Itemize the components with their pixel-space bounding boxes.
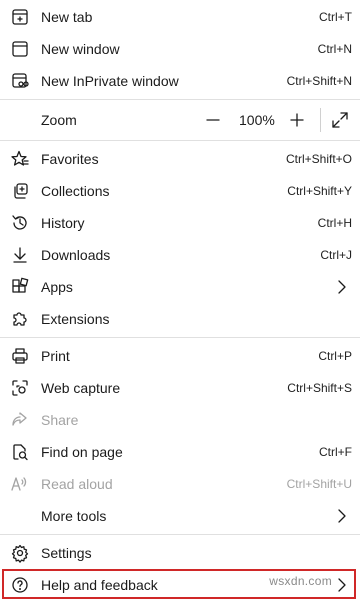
menu-item-label: Find on page (41, 444, 123, 460)
downloads-icon (11, 246, 29, 264)
menu-item-label: Share (41, 412, 79, 428)
shortcut-text: Ctrl+T (319, 10, 352, 24)
shortcut-text: Ctrl+Shift+N (286, 74, 352, 88)
shortcut-text: Ctrl+F (319, 445, 352, 459)
shortcut-text: Ctrl+H (317, 216, 352, 230)
menu-item-history[interactable]: History Ctrl+H (0, 207, 360, 239)
shortcut-text: Ctrl+Shift+O (285, 152, 352, 166)
menu-item-label: Favorites (41, 151, 99, 167)
menu-item-read-aloud: Read aloud Ctrl+Shift+U (0, 468, 360, 500)
menu-item-label: Extensions (41, 311, 110, 327)
chevron-right-icon (338, 509, 346, 523)
menu-item-share: Share (0, 404, 360, 436)
fullscreen-icon[interactable] (332, 112, 348, 128)
shortcut-text: Ctrl+Shift+U (286, 477, 352, 491)
menu-item-favorites[interactable]: Favorites Ctrl+Shift+O (0, 143, 360, 175)
menu-item-apps[interactable]: Apps (0, 271, 360, 303)
collections-icon (11, 182, 29, 200)
menu-item-print[interactable]: Print Ctrl+P (0, 340, 360, 372)
menu-item-new-window[interactable]: New window Ctrl+N (0, 33, 360, 65)
zoom-label: Zoom (41, 112, 77, 128)
web-capture-icon (11, 379, 29, 397)
menu-item-settings[interactable]: Settings (0, 537, 360, 569)
zoom-value: 100% (239, 112, 275, 128)
shortcut-text: Ctrl+Shift+Y (287, 184, 352, 198)
menu-item-label: More tools (41, 508, 107, 524)
menu-item-new-tab[interactable]: New tab Ctrl+T (0, 1, 360, 33)
zoom-minus-icon[interactable] (205, 112, 221, 128)
chevron-right-icon (338, 280, 346, 294)
menu-item-label: New InPrivate window (41, 73, 179, 89)
menu-item-downloads[interactable]: Downloads Ctrl+J (0, 239, 360, 271)
separator (0, 337, 360, 338)
shortcut-text: Ctrl+Shift+S (287, 381, 352, 395)
menu-item-label: History (41, 215, 85, 231)
inprivate-icon (11, 72, 29, 90)
menu-item-collections[interactable]: Collections Ctrl+Shift+Y (0, 175, 360, 207)
watermark: wsxdn.com (269, 574, 332, 588)
menu-item-label: New window (41, 41, 120, 57)
menu-item-more-tools[interactable]: More tools (0, 500, 360, 532)
menu-item-web-capture[interactable]: Web capture Ctrl+Shift+S (0, 372, 360, 404)
menu-item-label: New tab (41, 9, 93, 25)
menu-item-new-inprivate-window[interactable]: New InPrivate window Ctrl+Shift+N (0, 65, 360, 97)
zoom-row: Zoom 100% (0, 104, 360, 136)
extensions-icon (11, 310, 29, 328)
zoom-divider (320, 108, 321, 132)
shortcut-text: Ctrl+P (318, 349, 352, 363)
history-icon (11, 214, 29, 232)
menu-item-label: Read aloud (41, 476, 113, 492)
print-icon (11, 347, 29, 365)
find-icon (11, 443, 29, 461)
shortcut-text: Ctrl+J (320, 248, 352, 262)
read-aloud-icon (11, 475, 29, 493)
menu-item-label: Web capture (41, 380, 121, 396)
zoom-plus-icon[interactable] (289, 112, 305, 128)
browser-settings-menu: New tab Ctrl+T New window Ctrl+N New InP… (0, 0, 360, 602)
menu-item-label: Apps (41, 279, 73, 295)
shortcut-text: Ctrl+N (317, 42, 352, 56)
separator (0, 140, 360, 141)
share-icon (11, 411, 29, 429)
settings-icon (11, 544, 29, 563)
separator (0, 534, 360, 535)
menu-item-extensions[interactable]: Extensions (0, 303, 360, 335)
menu-item-label: Print (41, 348, 70, 364)
new-window-icon (11, 40, 29, 58)
menu-item-find-on-page[interactable]: Find on page Ctrl+F (0, 436, 360, 468)
separator (0, 99, 360, 100)
menu-item-label: Downloads (41, 247, 111, 263)
favorites-icon (11, 150, 29, 168)
apps-icon (11, 277, 29, 296)
new-tab-icon (11, 8, 29, 26)
menu-item-label: Collections (41, 183, 110, 199)
menu-item-label: Settings (41, 545, 92, 561)
